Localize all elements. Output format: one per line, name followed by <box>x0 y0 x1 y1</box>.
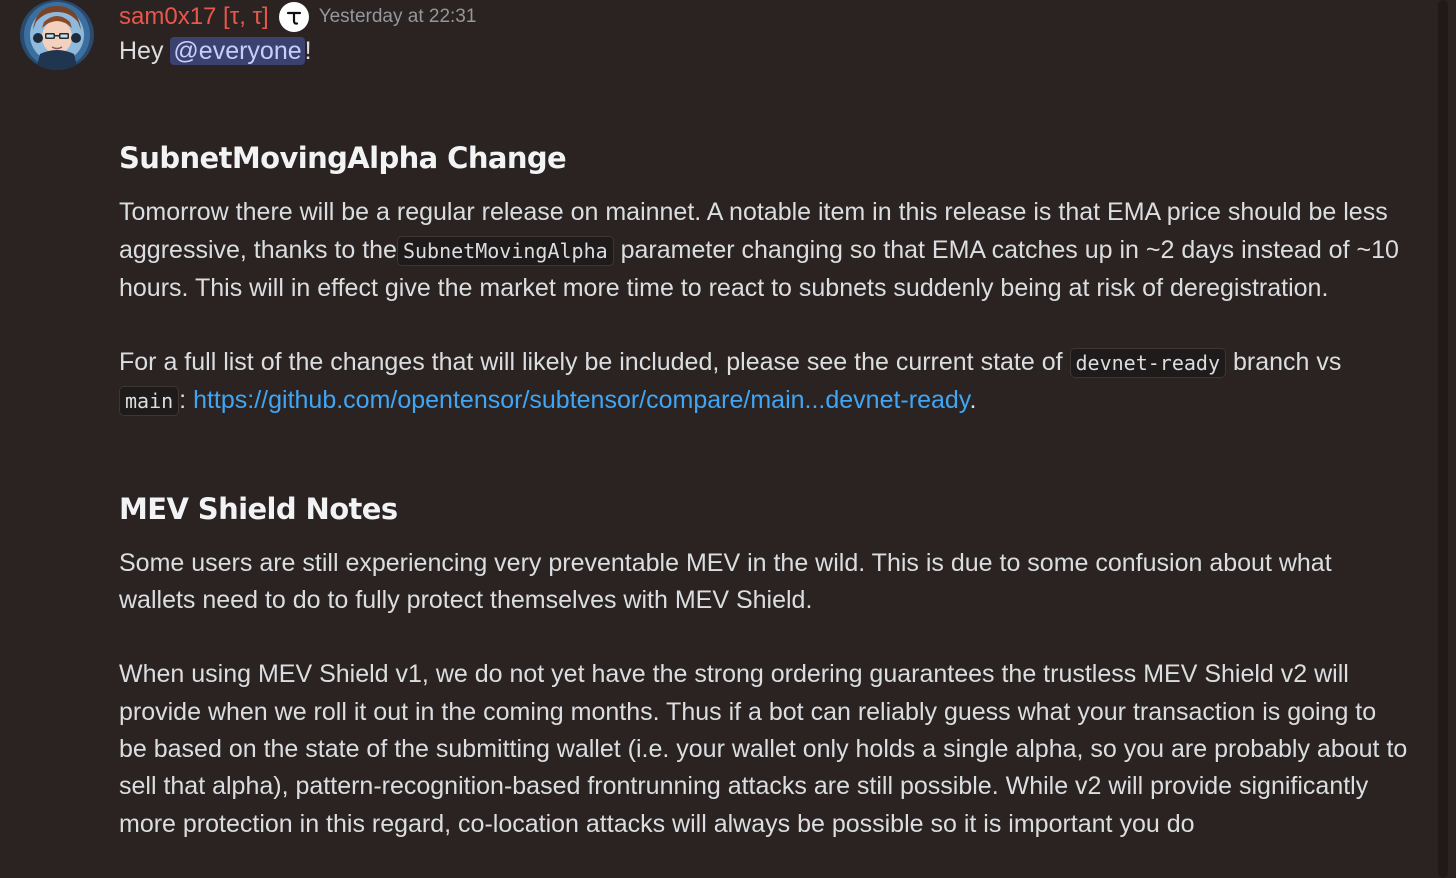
section2-paragraph1: Some users are still experiencing very p… <box>119 548 1332 615</box>
section-heading-mev-shield: MEV Shield Notes <box>119 491 398 526</box>
inline-code-main: main <box>119 386 180 417</box>
section1-p2-text-c: : <box>179 386 194 415</box>
greeting-suffix: ! <box>304 37 312 65</box>
inline-code-devnet-ready: devnet-ready <box>1069 348 1227 379</box>
greeting-prefix: Hey <box>119 37 171 65</box>
timestamp: Yesterday at 22:31 <box>318 6 477 27</box>
section-heading-subnetmovingalpha: SubnetMovingAlpha Change <box>119 141 567 176</box>
section1-paragraph2: For a full list of the changes that will… <box>119 344 1409 421</box>
tao-icon[interactable] <box>278 2 309 32</box>
section1-p2-text-a: For a full list of the changes that will… <box>119 348 1070 377</box>
section2-paragraph2: When using MEV Shield v1, we do not yet … <box>119 660 1408 838</box>
section1-paragraph1: Tomorrow there will be a regular release… <box>119 194 1409 307</box>
username[interactable]: sam0x17 [τ, τ] <box>119 2 269 32</box>
greeting-line: Hey @everyone! <box>119 33 1409 70</box>
github-compare-link[interactable]: https://github.com/opentensor/subtensor/… <box>193 386 969 414</box>
scrollbar[interactable] <box>1438 0 1448 878</box>
chat-message: sam0x17 [τ, τ] Yesterday at 22:31 Hey @e… <box>0 0 1456 878</box>
inline-code-subnetmovingalpha: SubnetMovingAlpha <box>396 235 614 266</box>
avatar[interactable] <box>20 0 94 70</box>
section1-p2-text-b: branch vs <box>1226 348 1342 377</box>
avatar-image <box>20 0 94 70</box>
message-header: sam0x17 [τ, τ] Yesterday at 22:31 <box>119 2 476 32</box>
message-content: Hey @everyone! SubnetMovingAlpha Change … <box>119 33 1409 843</box>
section1-p2-text-d: . <box>969 386 977 415</box>
everyone-mention[interactable]: @everyone <box>170 37 305 65</box>
